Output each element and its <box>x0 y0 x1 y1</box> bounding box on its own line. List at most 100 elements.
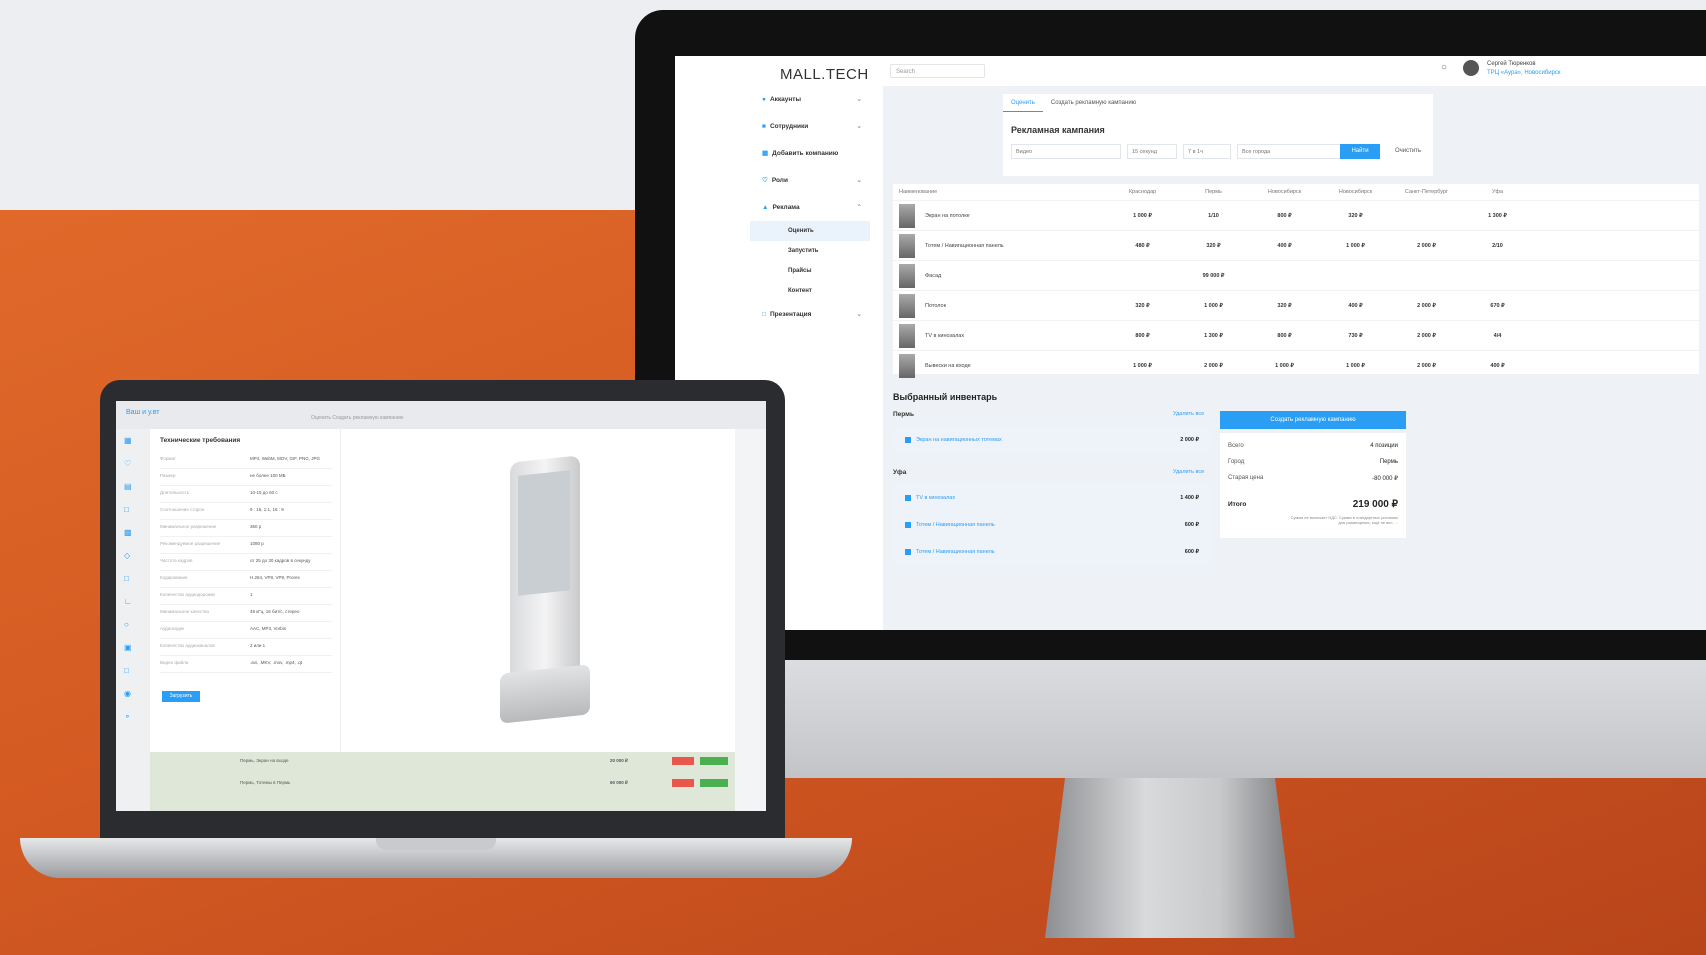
delete-all-link[interactable]: Удалить все <box>1173 411 1204 417</box>
price-cell[interactable]: 320 ₽ <box>1249 303 1320 309</box>
price-cell[interactable]: 400 ₽ <box>1320 303 1391 309</box>
spec-value: H.264, VP8, VP9, Prores <box>250 575 300 580</box>
sidebar-item-add-company[interactable]: ▦ Добавить компанию <box>750 140 870 167</box>
price-cell[interactable]: 320 ₽ <box>1178 243 1249 249</box>
price-cell[interactable]: 1 000 ₽ <box>1320 363 1391 369</box>
sidebar-subitem-prices[interactable]: Прайсы <box>750 261 870 281</box>
filter-frequency-select[interactable]: 7 в 1ч <box>1183 144 1231 159</box>
checkbox-icon[interactable] <box>905 494 911 501</box>
spec-row: Кодирование H.264, VP8, VP9, Prores <box>160 570 332 588</box>
filter-duration-select[interactable]: 15 секунд <box>1127 144 1177 159</box>
price-cell[interactable]: 1 000 ₽ <box>1320 243 1391 249</box>
price-cell[interactable]: 2 000 ₽ <box>1178 363 1249 369</box>
row-name: Тотем / Навигационная панель <box>925 242 1004 249</box>
selected-item[interactable]: Тотем / Навигационная панель 600 ₽ <box>893 539 1211 565</box>
folder-icon[interactable]: □ <box>116 659 150 682</box>
delete-button[interactable] <box>672 757 694 765</box>
price-cell[interactable]: 320 ₽ <box>1107 303 1178 309</box>
price-cell[interactable]: 400 ₽ <box>1462 363 1533 369</box>
price-cell[interactable]: 2 000 ₽ <box>1391 243 1462 249</box>
calendar-icon[interactable]: ▩ <box>116 521 150 544</box>
price-cell[interactable]: 800 ₽ <box>1249 213 1320 219</box>
price-cell[interactable]: 1 300 ₽ <box>1462 213 1533 219</box>
sidebar-item-accounts[interactable]: ● Аккаунты ⌄ <box>750 86 870 113</box>
price-cell[interactable]: 1 000 ₽ <box>1107 213 1178 219</box>
price-cell[interactable]: 1 000 ₽ <box>1107 363 1178 369</box>
price-cell[interactable]: 1 000 ₽ <box>1249 363 1320 369</box>
link-icon[interactable]: ⚬ <box>116 705 150 728</box>
sidebar-item-staff[interactable]: ■ Сотрудники ⌄ <box>750 113 870 140</box>
folder-icon[interactable]: □ <box>116 498 150 521</box>
box-icon[interactable]: ▣ <box>116 636 150 659</box>
sidebar-item-presentation[interactable]: □ Презентация ⌄ <box>750 301 870 328</box>
tab-create-campaign[interactable]: Создать рекламную кампанию <box>1043 94 1144 112</box>
price-cell[interactable]: 2/10 <box>1462 243 1533 249</box>
find-button[interactable]: Найти <box>1340 144 1380 159</box>
users-icon: ● <box>762 96 766 103</box>
price-cell[interactable]: 1/10 <box>1178 213 1249 219</box>
spec-value: 1 <box>250 592 253 597</box>
price-cell[interactable]: 670 ₽ <box>1462 303 1533 309</box>
sidebar-subitem-launch[interactable]: Запустить <box>750 241 870 261</box>
filter-type-select[interactable]: Видео <box>1011 144 1121 159</box>
sidebar-subitem-evaluate[interactable]: Оценить <box>750 221 870 241</box>
create-campaign-button[interactable]: Создать рекламную кампанию <box>1220 411 1406 429</box>
settings-icon[interactable]: ◉ <box>116 682 150 705</box>
table-row[interactable]: Вывески на входе 1 000 ₽2 000 ₽1 000 ₽1 0… <box>893 350 1699 380</box>
price-cell[interactable]: 2 000 ₽ <box>1391 363 1462 369</box>
checkbox-icon[interactable] <box>905 436 911 443</box>
laptop-sidebar: ▦ ♡ ▤ □ ▩ ◇ □ ∟ ○ ▣ □ ◉ ⚬ <box>116 429 150 811</box>
checkbox-icon[interactable] <box>905 521 911 528</box>
document-icon[interactable]: ▤ <box>116 475 150 498</box>
clock-icon[interactable]: ○ <box>116 613 150 636</box>
back-link[interactable]: Ваш и у.вт <box>126 409 160 416</box>
search-input[interactable]: Search <box>890 64 985 78</box>
avatar[interactable] <box>1463 60 1479 76</box>
table-row[interactable]: Экран на потолке 1 000 ₽1/10 800 ₽320 ₽ 1 3… <box>893 200 1699 230</box>
price-cell[interactable]: 2 000 ₽ <box>1391 303 1462 309</box>
checkbox-icon[interactable] <box>905 548 911 555</box>
screen-icon[interactable]: □ <box>116 567 150 590</box>
price-cell[interactable]: 4/4 <box>1462 333 1533 339</box>
spec-row: Размер не более 100 МБ <box>160 468 332 486</box>
delete-all-link[interactable]: Удалить все <box>1173 469 1204 475</box>
tab-evaluate[interactable]: Оценить <box>1003 94 1043 112</box>
user-location[interactable]: ТРЦ «Аура», Новосибирск <box>1487 69 1561 78</box>
price-cell[interactable]: 730 ₽ <box>1320 333 1391 339</box>
upload-button[interactable]: Загрузить <box>162 691 200 702</box>
selected-item[interactable]: TV в кинозалах 1 400 ₽ <box>893 485 1211 511</box>
price-cell[interactable]: 480 ₽ <box>1107 243 1178 249</box>
filter-city-select[interactable]: Все города <box>1237 144 1347 159</box>
price-cell[interactable]: 320 ₽ <box>1320 213 1391 219</box>
confirm-button[interactable] <box>700 757 728 765</box>
price-cell[interactable]: 99 000 ₽ <box>1178 273 1249 279</box>
price-cell[interactable]: 400 ₽ <box>1249 243 1320 249</box>
price-cell[interactable]: 1 300 ₽ <box>1178 333 1249 339</box>
menu-icon[interactable]: ▦ <box>116 429 150 452</box>
price-cell[interactable]: 800 ₽ <box>1249 333 1320 339</box>
shield-icon[interactable]: ♡ <box>116 452 150 475</box>
staff-icon: ■ <box>762 123 766 130</box>
bell-icon[interactable]: ○ <box>1441 62 1453 74</box>
sidebar-item-ads[interactable]: ▲ Реклама ⌃ <box>750 194 870 221</box>
selected-item[interactable]: Экран на навигационных тотемах 2 000 ₽ <box>893 427 1211 453</box>
price-cell[interactable]: 2 000 ₽ <box>1391 333 1462 339</box>
clear-button[interactable]: Очистить <box>1388 144 1428 159</box>
sidebar-subitem-content[interactable]: Контент <box>750 281 870 301</box>
price-cell[interactable]: 800 ₽ <box>1107 333 1178 339</box>
confirm-button[interactable] <box>700 779 728 787</box>
price-cell[interactable]: 1 000 ₽ <box>1178 303 1249 309</box>
chart-icon[interactable]: ∟ <box>116 590 150 613</box>
tag-icon[interactable]: ◇ <box>116 544 150 567</box>
spec-key: Видео файла <box>160 660 189 665</box>
table-row[interactable]: ТV в кинозалах 800 ₽1 300 ₽800 ₽730 ₽2 00… <box>893 320 1699 350</box>
spec-value: 10-15 до 60 с <box>250 490 278 495</box>
laptop-bottom-rows: Пермь, Экран на входе 20 000 ₽ Пермь, То… <box>150 752 735 811</box>
delete-button[interactable] <box>672 779 694 787</box>
sidebar-item-roles[interactable]: ♡ Роли ⌄ <box>750 167 870 194</box>
laptop-tabs[interactable]: Оценить Создать рекламную кампанию <box>311 415 403 421</box>
selected-item[interactable]: Тотем / Навигационная панель 600 ₽ <box>893 512 1211 538</box>
table-row[interactable]: Фасад 99 000 ₽ <box>893 260 1699 290</box>
table-row[interactable]: Потолок 320 ₽1 000 ₽320 ₽400 ₽2 000 ₽670 … <box>893 290 1699 320</box>
table-row[interactable]: Тотем / Навигационная панель 480 ₽320 ₽40… <box>893 230 1699 260</box>
